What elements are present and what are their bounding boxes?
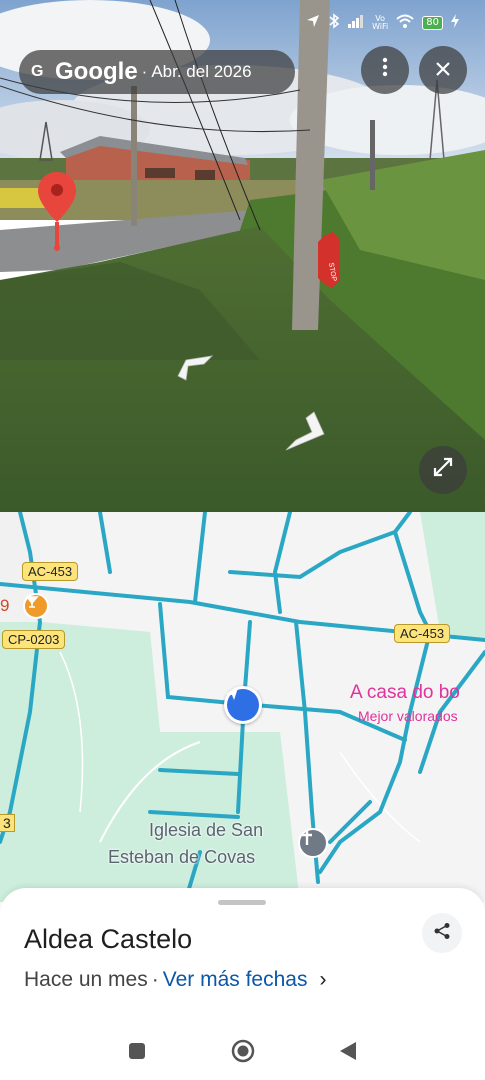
bottom-sheet[interactable]: Aldea Castelo Hace un mes · Ver más fechas…	[0, 888, 485, 1080]
header-separator: ·	[141, 62, 148, 81]
date-info-row: Hace un mes · Ver más fechas ›	[24, 968, 326, 992]
navigate-forward-arrow[interactable]	[282, 410, 326, 459]
you-are-here-marker[interactable]	[224, 686, 262, 724]
expand-button[interactable]	[419, 446, 467, 494]
navigate-left-arrow[interactable]	[176, 354, 214, 387]
church-poi-icon[interactable]	[298, 828, 328, 858]
church-name-line1: Iglesia de San	[149, 820, 264, 840]
more-dates-link[interactable]: Ver más fechas	[163, 968, 308, 991]
place-name-label[interactable]: A casa do bo	[350, 682, 460, 704]
battery-level: 80	[426, 17, 439, 28]
expand-icon	[432, 456, 454, 484]
close-button[interactable]	[419, 46, 467, 94]
battery-icon: 80	[422, 15, 443, 30]
church-name-line2: Esteban de Covas	[108, 847, 256, 867]
place-tag-label: Mejor valorados	[358, 708, 458, 724]
home-button[interactable]	[231, 1039, 255, 1068]
bluetooth-icon	[328, 13, 340, 32]
street-view-panorama[interactable]: STOP Vo WiFi 80 G Google · Abr. del 2026	[0, 0, 485, 512]
wifi-icon	[396, 14, 414, 31]
road-label-cp0203: CP-0203	[2, 630, 66, 649]
close-icon	[435, 56, 451, 84]
road-label-ac453-east: AC-453	[394, 624, 451, 643]
volte-icon: Vo WiFi	[372, 13, 389, 31]
edge-road-label: 3	[0, 814, 15, 832]
signal-icon	[348, 14, 364, 31]
place-pin-icon[interactable]	[36, 170, 78, 257]
share-button[interactable]	[422, 913, 462, 953]
time-ago-text: Hace un mes	[24, 968, 148, 991]
more-options-button[interactable]	[361, 46, 409, 94]
capture-date: Abr. del 2026	[151, 62, 252, 81]
recents-button[interactable]	[128, 1042, 146, 1065]
google-g-icon: G	[31, 63, 44, 80]
back-button[interactable]	[338, 1040, 358, 1067]
edge-number-9: 9	[0, 596, 10, 615]
charging-icon	[451, 14, 459, 31]
chevron-right-icon[interactable]: ›	[319, 968, 326, 991]
place-title: Aldea Castelo	[24, 924, 193, 954]
share-icon	[433, 922, 451, 945]
system-navigation-bar	[0, 1028, 485, 1080]
drag-handle[interactable]	[218, 900, 266, 905]
brand-label: Google	[55, 58, 138, 85]
street-view-header: G Google · Abr. del 2026	[19, 50, 295, 94]
location-icon	[306, 14, 320, 31]
dot-separator: ·	[151, 968, 159, 991]
bar-poi-icon[interactable]	[23, 593, 49, 619]
more-vert-icon	[382, 57, 388, 83]
road-label-ac453: AC-453	[22, 562, 79, 581]
map-view[interactable]: AC-453 CP-0203 AC-453 9 3 A casa do bo M…	[0, 512, 485, 902]
status-bar: Vo WiFi 80	[0, 0, 485, 40]
